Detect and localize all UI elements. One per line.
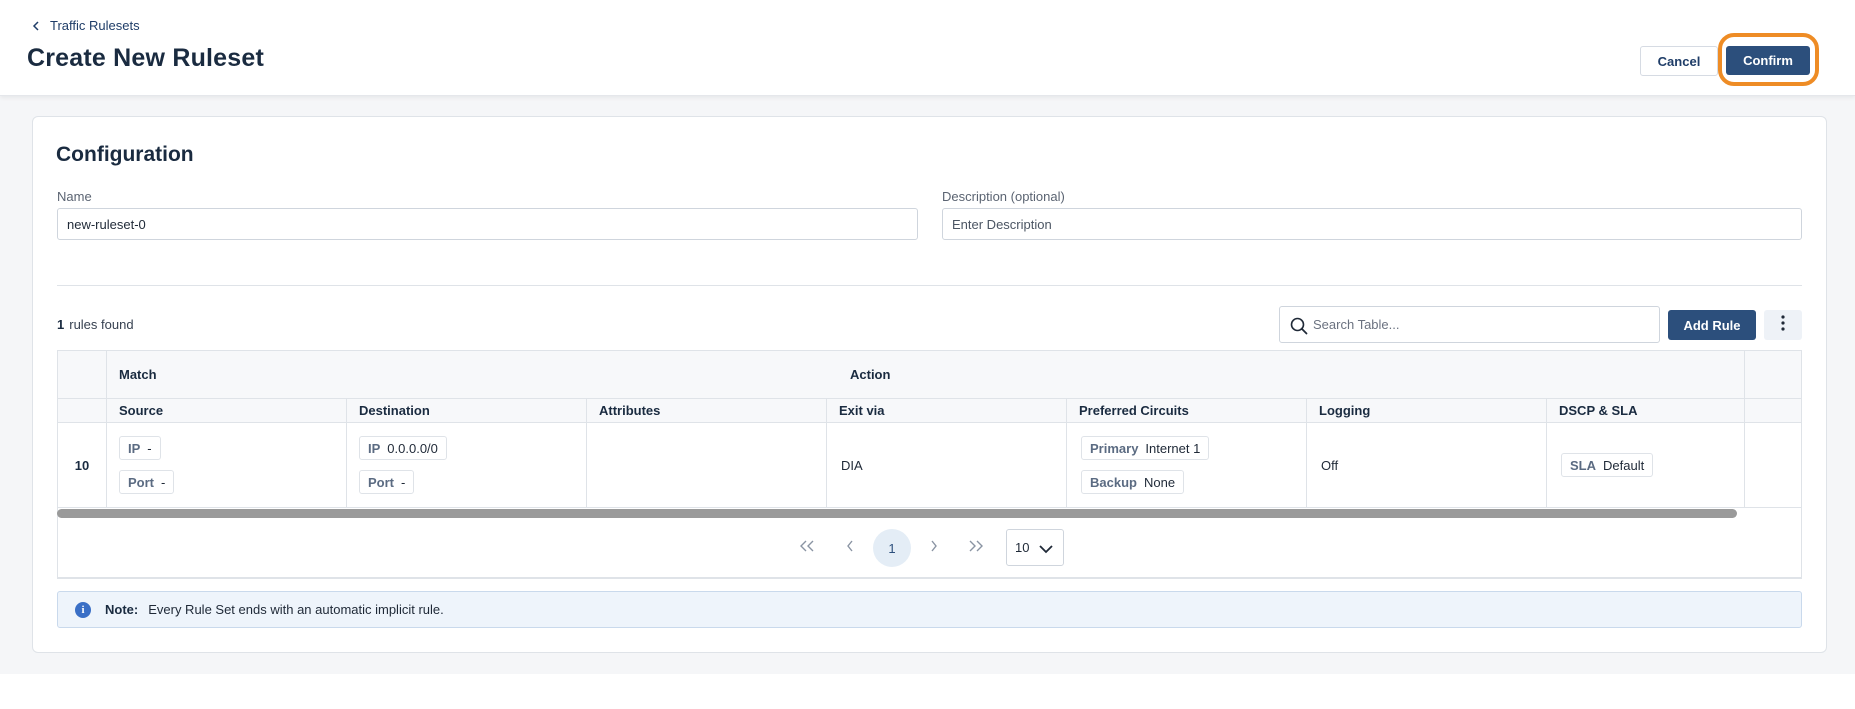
search-input[interactable] [1313, 309, 1653, 340]
source-port-chip: Port - [119, 470, 175, 494]
backup-circuit-chip: Backup None [1081, 470, 1185, 494]
name-label: Name [57, 189, 92, 204]
source-ip-chip: IP - [119, 436, 161, 460]
breadcrumb[interactable]: Traffic Rulesets [30, 18, 140, 33]
note-label: Note: [105, 602, 139, 617]
priority-header [58, 351, 107, 399]
table-bottom-border [57, 577, 1802, 578]
page-number-button[interactable]: 1 [873, 529, 911, 567]
chevron-left-icon [30, 19, 42, 33]
last-page-icon[interactable] [966, 536, 986, 556]
chip-key: IP [368, 440, 381, 456]
primary-circuit-chip: Primary Internet 1 [1081, 436, 1210, 460]
chip-key: SLA [1570, 457, 1596, 473]
search-icon [1290, 317, 1308, 335]
confirm-button[interactable]: Confirm [1726, 46, 1810, 75]
description-input[interactable] [942, 208, 1802, 240]
footer-area [0, 674, 1855, 709]
destination-ip-chip: IP 0.0.0.0/0 [359, 436, 447, 460]
rule-priority: 10 [58, 423, 107, 508]
horizontal-scrollbar[interactable] [57, 509, 1737, 518]
chip-value: None [1143, 474, 1176, 490]
preferred-circuits-cell: Primary Internet 1 Backup None [1067, 423, 1307, 508]
chevron-down-icon [1039, 542, 1053, 557]
next-page-icon[interactable] [924, 536, 944, 556]
chip-key: Port [368, 474, 394, 490]
name-input[interactable] [57, 208, 918, 240]
priority-subheader [58, 399, 107, 423]
page-size-select[interactable]: 10 [1006, 529, 1064, 566]
row-actions-cell [1745, 423, 1801, 508]
cancel-button[interactable]: Cancel [1640, 46, 1718, 76]
add-rule-button[interactable]: Add Rule [1668, 310, 1756, 340]
chip-value: 0.0.0.0/0 [387, 440, 438, 456]
breadcrumb-link[interactable]: Traffic Rulesets [50, 18, 140, 33]
chip-value: - [161, 474, 166, 490]
info-icon: i [75, 601, 91, 618]
column-header-destination: Destination [347, 399, 587, 423]
column-header-source: Source [107, 399, 347, 423]
more-vertical-icon [1781, 314, 1785, 336]
first-page-icon[interactable] [797, 536, 817, 556]
page-title: Create New Ruleset [27, 44, 265, 72]
actions-subheader [1745, 399, 1801, 423]
column-header-dscp-sla: DSCP & SLA [1547, 399, 1745, 423]
chip-value: - [147, 440, 152, 456]
column-header-attributes: Attributes [587, 399, 827, 423]
chip-key: IP [128, 440, 141, 456]
destination-port-chip: Port - [359, 470, 415, 494]
chip-value: Internet 1 [1145, 440, 1201, 456]
column-header-logging: Logging [1307, 399, 1547, 423]
action-group-header: Action [838, 351, 1745, 399]
column-header-exit-via: Exit via [827, 399, 1067, 423]
attributes-cell [587, 423, 827, 508]
match-group-header: Match [107, 351, 838, 399]
chip-key: Backup [1090, 474, 1137, 490]
chip-value: - [401, 474, 406, 490]
exit-via-cell: DIA [827, 423, 1067, 508]
chip-key: Port [128, 474, 154, 490]
column-header-preferred-circuits: Preferred Circuits [1067, 399, 1307, 423]
rules-count-number: 1 [57, 317, 65, 332]
actions-column-header [1745, 351, 1801, 399]
page-size-value: 10 [1015, 540, 1030, 555]
note-text: Every Rule Set ends with an automatic im… [148, 602, 444, 617]
rules-count-text: rules found [69, 317, 134, 332]
sla-chip: SLA Default [1561, 453, 1654, 477]
page-header: Traffic Rulesets Create New Ruleset Canc… [0, 0, 1855, 96]
rules-count: 1 rules found [57, 317, 134, 332]
more-options-button[interactable] [1764, 310, 1802, 340]
section-title: Configuration [56, 143, 194, 166]
logging-cell: Off [1307, 423, 1547, 508]
previous-page-icon[interactable] [840, 536, 860, 556]
chip-value: Default [1603, 457, 1645, 473]
chip-key: Primary [1090, 440, 1139, 456]
dscp-sla-cell: SLA Default [1547, 423, 1745, 508]
source-cell: IP - Port - [107, 423, 347, 508]
section-divider [57, 285, 1802, 286]
destination-cell: IP 0.0.0.0/0 Port - [347, 423, 587, 508]
description-label: Description (optional) [942, 189, 1065, 204]
table-search[interactable] [1279, 306, 1660, 343]
info-note: i Note: Every Rule Set ends with an auto… [57, 591, 1802, 628]
